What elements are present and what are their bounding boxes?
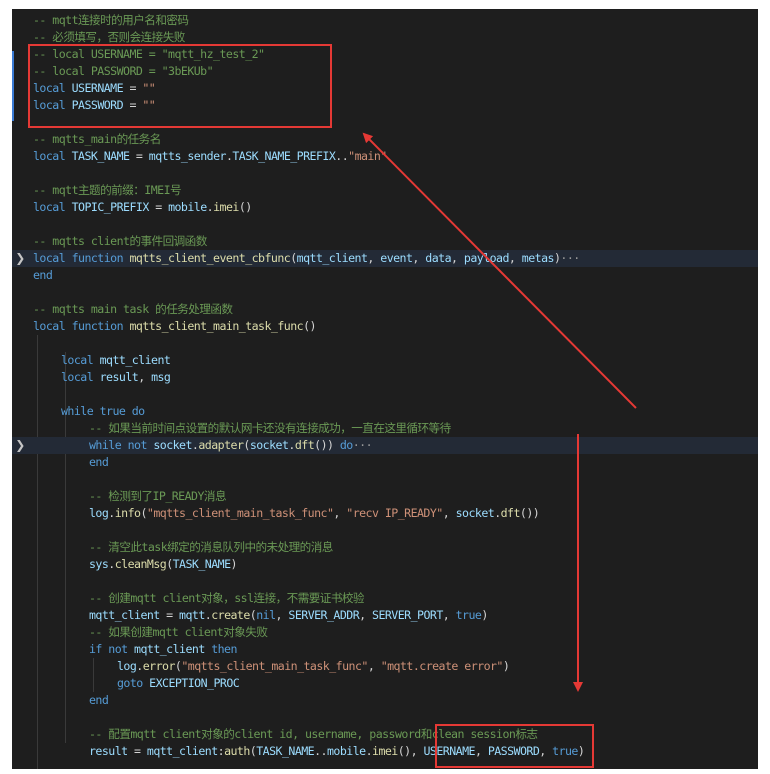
annotation-arrows (362, 132, 637, 692)
red-arrow-icon (362, 132, 637, 409)
